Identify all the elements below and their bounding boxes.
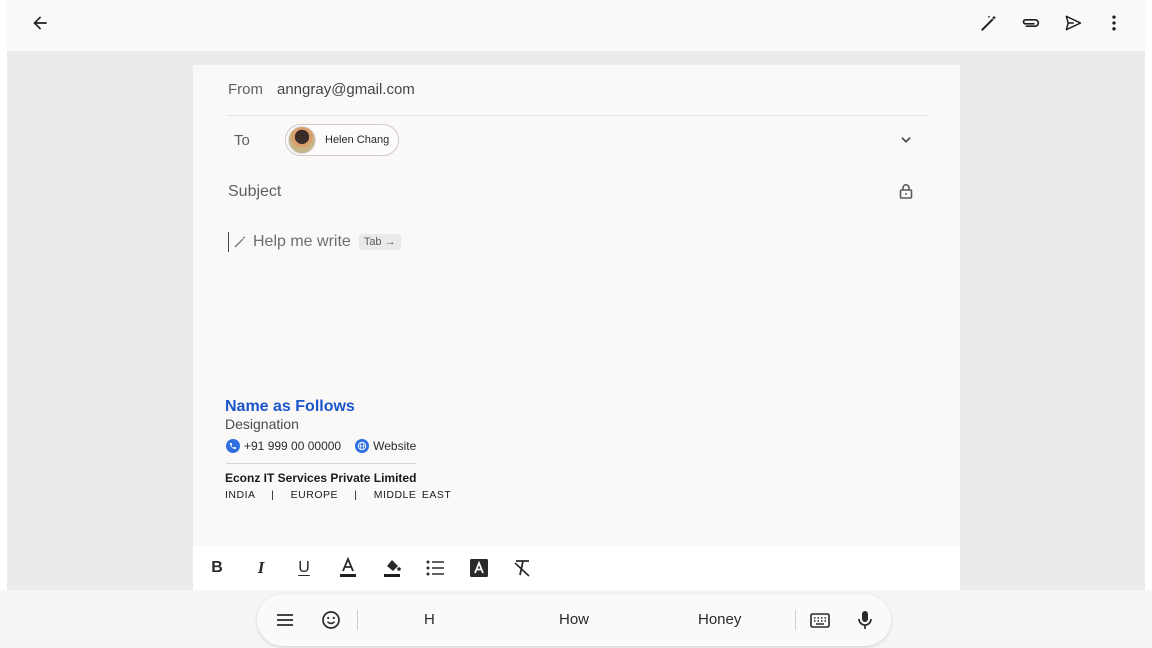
clear-format-icon[interactable] xyxy=(510,556,534,580)
body-field[interactable]: Help me write Tab → xyxy=(228,231,401,253)
italic-icon[interactable]: I xyxy=(249,556,273,580)
from-label: From xyxy=(228,81,263,98)
menu-icon[interactable] xyxy=(271,606,299,634)
phone-icon xyxy=(226,439,240,453)
send-icon[interactable] xyxy=(1059,9,1087,37)
back-arrow-icon[interactable] xyxy=(26,9,54,37)
recipient-chip[interactable]: Helen Chang xyxy=(285,124,399,156)
text-color-icon[interactable] xyxy=(336,556,360,580)
signature-name: Name as Follows xyxy=(225,398,355,415)
subject-field[interactable]: Subject xyxy=(228,183,281,201)
signature-designation: Designation xyxy=(225,416,299,432)
underline-icon[interactable]: U xyxy=(292,556,316,580)
separator xyxy=(357,610,358,630)
bold-icon[interactable]: B xyxy=(205,556,229,580)
globe-icon xyxy=(355,439,370,453)
chevron-down-icon[interactable] xyxy=(892,126,920,154)
to-label: To xyxy=(234,132,250,149)
signature-regions: INDIA | EUROPE | MIDDLE EAST xyxy=(225,489,452,501)
lock-icon[interactable] xyxy=(892,177,920,205)
emoji-icon[interactable] xyxy=(317,606,345,634)
help-me-write-label: Help me write xyxy=(253,233,351,250)
signature-phone[interactable]: +91 999 00 00000 xyxy=(244,439,341,453)
highlight-icon[interactable] xyxy=(380,556,404,580)
suggestion-3[interactable]: Honey xyxy=(698,611,741,628)
signature-website[interactable]: Website xyxy=(373,439,416,453)
separator xyxy=(795,610,796,630)
magic-pen-icon[interactable] xyxy=(975,9,1003,37)
more-vert-icon[interactable] xyxy=(1100,9,1128,37)
suggestion-2[interactable]: How xyxy=(559,611,589,628)
bulleted-list-icon[interactable] xyxy=(423,556,447,580)
signature-divider xyxy=(226,463,416,464)
keyboard-icon[interactable] xyxy=(806,606,834,634)
recipient-avatar xyxy=(288,126,316,154)
text-cursor xyxy=(228,232,229,252)
text-style-icon[interactable] xyxy=(467,556,491,580)
signature-company: Econz IT Services Private Limited xyxy=(225,471,417,485)
microphone-icon[interactable] xyxy=(851,606,879,634)
from-address[interactable]: anngray@gmail.com xyxy=(277,81,415,98)
from-divider xyxy=(226,115,929,116)
tab-hint: Tab → xyxy=(358,234,401,250)
recipient-name: Helen Chang xyxy=(325,134,390,146)
help-me-write-icon xyxy=(232,234,248,250)
signature-contact: +91 999 00 00000 Website xyxy=(226,439,416,453)
attach-icon[interactable] xyxy=(1017,9,1045,37)
suggestion-1[interactable]: H xyxy=(424,611,435,628)
